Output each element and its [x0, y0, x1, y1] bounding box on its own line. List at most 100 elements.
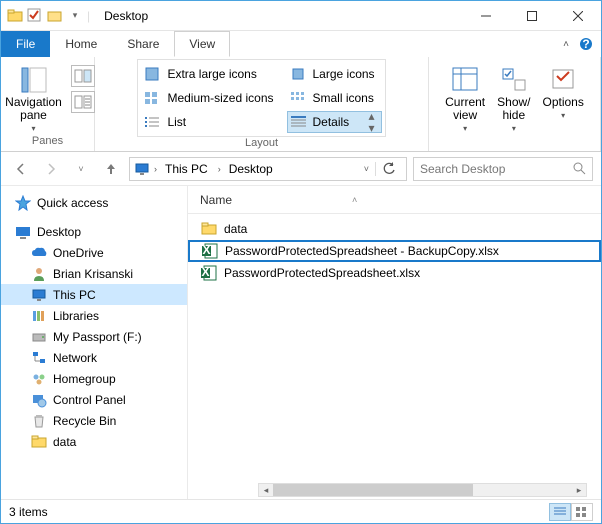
monitor-icon — [134, 161, 150, 177]
refresh-button[interactable] — [375, 162, 402, 176]
address-dropdown[interactable]: ˅ — [360, 164, 373, 174]
layout-list[interactable]: List — [141, 111, 280, 133]
title-bar: ▾ | Desktop — [1, 1, 601, 31]
scroll-left-icon[interactable]: ◂ — [259, 484, 273, 496]
layout-group-label: Layout — [245, 137, 278, 149]
show-hide-button[interactable]: Show/ hide▾ — [492, 63, 535, 135]
up-button[interactable] — [99, 157, 123, 181]
nav-libraries[interactable]: Libraries — [1, 305, 187, 326]
chevron-down-icon: ▾ — [512, 125, 516, 134]
file-row-xlsx[interactable]: X PasswordProtectedSpreadsheet - BackupC… — [188, 240, 601, 262]
nav-thispc[interactable]: This PC — [1, 284, 187, 305]
ribbon-group-currentview: Current view▾ Show/ hide▾ Options▾ Curre… — [429, 57, 601, 151]
column-name[interactable]: Name — [200, 193, 232, 207]
tab-home[interactable]: Home — [50, 31, 112, 57]
chevron-right-icon[interactable]: › — [216, 164, 223, 174]
navigation-pane-button[interactable]: Navigation pane ▾ — [0, 63, 67, 135]
scroll-thumb[interactable] — [273, 484, 473, 496]
chevron-down-icon: ▾ — [32, 125, 36, 134]
tab-file[interactable]: File — [1, 31, 50, 57]
svg-text:X: X — [202, 243, 210, 257]
file-row-xlsx[interactable]: X PasswordProtectedSpreadsheet.xlsx — [188, 262, 601, 284]
ribbon-group-panes: Navigation pane ▾ Panes — [1, 57, 95, 151]
nav-onedrive[interactable]: OneDrive — [1, 242, 187, 263]
layout-extra-large-icons[interactable]: Extra large icons — [141, 63, 280, 85]
search-icon — [573, 162, 586, 175]
svg-text:?: ? — [582, 37, 589, 51]
layout-large-icons[interactable]: Large icons — [287, 63, 382, 85]
user-icon — [31, 266, 47, 282]
search-placeholder: Search Desktop — [420, 162, 505, 176]
homegroup-icon — [31, 371, 47, 387]
layout-small-icons[interactable]: Small icons — [287, 87, 382, 109]
file-name: PasswordProtectedSpreadsheet - BackupCop… — [225, 244, 499, 258]
folder-icon — [31, 434, 47, 450]
monitor-icon — [31, 287, 47, 303]
content-area: Quick access Desktop OneDrive Brian Kris… — [1, 186, 601, 499]
preview-pane-button[interactable] — [71, 65, 95, 87]
sort-indicator-icon: ˄ — [352, 195, 357, 205]
quick-access-toolbar: ▾ | — [1, 8, 96, 24]
nav-data-folder[interactable]: data — [1, 431, 187, 452]
ribbon-tabs: File Home Share View ˄ ? — [1, 31, 601, 57]
file-row-folder[interactable]: data — [188, 218, 601, 240]
network-icon — [31, 350, 47, 366]
column-header[interactable]: Name ˄ — [188, 186, 601, 214]
star-icon — [15, 195, 31, 211]
collapse-ribbon-icon[interactable]: ˄ — [563, 39, 569, 50]
nav-homegroup[interactable]: Homegroup — [1, 368, 187, 389]
chevron-right-icon[interactable]: › — [152, 164, 159, 174]
nav-recyclebin[interactable]: Recycle Bin — [1, 410, 187, 431]
file-list[interactable]: data X PasswordProtectedSpreadsheet - Ba… — [188, 214, 601, 499]
ribbon-group-layout: Extra large icons Large icons Medium-siz… — [95, 57, 429, 151]
address-box[interactable]: › This PC › Desktop ˅ — [129, 157, 407, 181]
window-title: Desktop — [104, 9, 463, 23]
nav-controlpanel[interactable]: Control Panel — [1, 389, 187, 410]
view-toggle — [549, 503, 593, 521]
horizontal-scrollbar[interactable]: ◂ ▸ — [258, 483, 587, 497]
nav-quick-access[interactable]: Quick access — [1, 192, 187, 213]
breadcrumb-desktop[interactable]: Desktop — [225, 158, 279, 180]
cloud-icon — [31, 245, 47, 261]
nav-network[interactable]: Network — [1, 347, 187, 368]
folder-small-icon — [47, 8, 63, 24]
folder-icon — [7, 8, 23, 24]
forward-button[interactable] — [39, 157, 63, 181]
recyclebin-icon — [31, 413, 47, 429]
chevron-down-icon: ▾ — [463, 125, 467, 134]
window-controls — [463, 1, 601, 30]
scroll-right-icon[interactable]: ▸ — [572, 484, 586, 496]
navigation-pane: Quick access Desktop OneDrive Brian Kris… — [1, 186, 188, 499]
details-view-toggle[interactable] — [549, 503, 571, 521]
recent-dropdown[interactable]: ˅ — [69, 157, 93, 181]
nav-passport[interactable]: My Passport (F:) — [1, 326, 187, 347]
file-name: PasswordProtectedSpreadsheet.xlsx — [224, 266, 420, 280]
properties-checkbox-icon[interactable] — [27, 8, 43, 24]
file-name: data — [224, 222, 247, 236]
tab-view[interactable]: View — [174, 31, 230, 57]
breadcrumb-thispc[interactable]: This PC — [161, 158, 214, 180]
minimize-button[interactable] — [463, 1, 509, 30]
layout-details[interactable]: Details▴▾ — [287, 111, 382, 133]
qat-dropdown-icon[interactable]: ▾ — [67, 8, 83, 24]
current-view-button[interactable]: Current view▾ — [440, 63, 490, 135]
close-button[interactable] — [555, 1, 601, 30]
thumbnails-view-toggle[interactable] — [571, 503, 593, 521]
panes-group-label: Panes — [32, 135, 63, 147]
layout-medium-icons[interactable]: Medium-sized icons — [141, 87, 280, 109]
search-box[interactable]: Search Desktop — [413, 157, 593, 181]
nav-desktop[interactable]: Desktop — [1, 221, 187, 242]
tab-share[interactable]: Share — [112, 31, 174, 57]
options-button[interactable]: Options▾ — [538, 63, 589, 122]
svg-text:X: X — [201, 265, 209, 279]
details-pane-button[interactable] — [71, 91, 95, 113]
controlpanel-icon — [31, 392, 47, 408]
maximize-button[interactable] — [509, 1, 555, 30]
item-count: 3 items — [9, 505, 48, 519]
help-icon[interactable]: ? — [579, 37, 593, 51]
address-bar: ˅ › This PC › Desktop ˅ Search Desktop — [1, 152, 601, 186]
drive-icon — [31, 329, 47, 345]
chevron-down-icon: ▾ — [561, 112, 565, 121]
back-button[interactable] — [9, 157, 33, 181]
nav-user[interactable]: Brian Krisanski — [1, 263, 187, 284]
